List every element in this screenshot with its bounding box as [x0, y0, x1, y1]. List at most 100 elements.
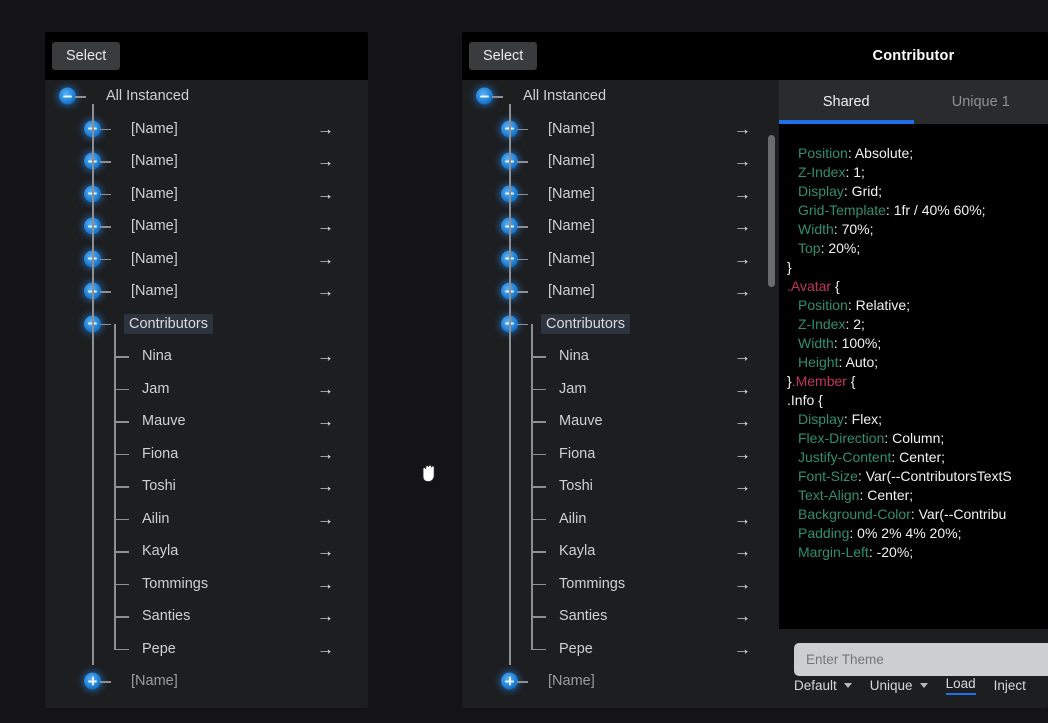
tab-shared[interactable]: Shared	[779, 80, 914, 124]
default-dropdown[interactable]: Default	[794, 678, 852, 693]
left-tree-scroll[interactable]: All Instanced [Name] → [Name] → [Name] → [Name]…	[45, 80, 368, 708]
theme-input[interactable]	[794, 643, 1048, 676]
goto-arrow-icon[interactable]: →	[317, 543, 334, 560]
tree-member-label[interactable]: Mauve	[137, 411, 191, 431]
goto-arrow-icon[interactable]: →	[317, 250, 334, 267]
goto-arrow-icon[interactable]: →	[317, 640, 334, 657]
tree-member-label[interactable]: Jam	[554, 379, 591, 399]
tree-member-label[interactable]: Fiona	[137, 444, 183, 464]
tree-member-label[interactable]: Ailin	[137, 509, 174, 529]
tree-item-label[interactable]: [Name]	[543, 151, 600, 171]
goto-arrow-icon[interactable]: →	[734, 640, 751, 657]
goto-arrow-icon[interactable]: →	[317, 283, 334, 300]
tree-root-label[interactable]: All Instanced	[518, 86, 611, 106]
expand-node-icon[interactable]	[84, 672, 101, 690]
tree-member-label[interactable]: Tommings	[137, 574, 213, 594]
tree-item-trailing[interactable]: [Name]	[462, 665, 779, 698]
tree-item-label[interactable]: [Name]	[126, 151, 183, 171]
tree-item-label[interactable]: [Name]	[126, 281, 183, 301]
tree-item-label[interactable]: [Name]	[543, 281, 600, 301]
goto-arrow-icon[interactable]: →	[734, 543, 751, 560]
tree-item-label[interactable]: [Name]	[126, 119, 183, 139]
goto-arrow-icon[interactable]: →	[317, 153, 334, 170]
goto-arrow-icon[interactable]: →	[317, 120, 334, 137]
tree-root-label[interactable]: All Instanced	[101, 86, 194, 106]
goto-arrow-icon[interactable]: →	[734, 185, 751, 202]
tree-member-label[interactable]: Ailin	[554, 509, 591, 529]
tree-item-label[interactable]: [Name]	[543, 216, 600, 236]
goto-arrow-icon[interactable]: →	[317, 348, 334, 365]
inspector-panel: Shared Unique 1 Position: Absolute; Z-Inde…	[779, 80, 1048, 708]
goto-arrow-icon[interactable]: →	[317, 413, 334, 430]
css-code-view[interactable]: Position: Absolute; Z-Index: 1; Display: G…	[779, 124, 1048, 629]
tree-member-label[interactable]: Toshi	[137, 476, 181, 496]
tree-member-label[interactable]: Kayla	[137, 541, 183, 561]
tree-member-label[interactable]: Kayla	[554, 541, 600, 561]
tree-connector	[531, 518, 546, 521]
goto-arrow-icon[interactable]: →	[317, 185, 334, 202]
inspector-bottom-bar: Default Unique Load Inject	[779, 629, 1048, 708]
css-property: Font-Size	[798, 468, 858, 484]
tree-member-label[interactable]: Santies	[137, 606, 195, 626]
chevron-down-icon	[843, 683, 852, 688]
tree-group-label[interactable]: Contributors	[124, 313, 213, 334]
tree-item-label[interactable]: [Name]	[543, 119, 600, 139]
goto-arrow-icon[interactable]: →	[734, 380, 751, 397]
tree-item-label[interactable]: [Name]	[126, 216, 183, 236]
tree-trunk-members	[531, 324, 533, 650]
unique-dropdown[interactable]: Unique	[870, 678, 928, 693]
tree-member-label[interactable]: Jam	[137, 379, 174, 399]
collapse-node-icon[interactable]	[476, 87, 493, 105]
goto-arrow-icon[interactable]: →	[317, 608, 334, 625]
goto-arrow-icon[interactable]: →	[734, 348, 751, 365]
goto-arrow-icon[interactable]: →	[734, 153, 751, 170]
tree-connector	[100, 161, 111, 163]
tree-member-label[interactable]: Pepe	[137, 639, 181, 659]
right-tree-scroll[interactable]: All Instanced [Name] → [Name] → [Name] → [Name]…	[462, 80, 779, 708]
select-button[interactable]: Select	[52, 41, 121, 71]
goto-arrow-icon[interactable]: →	[734, 510, 751, 527]
collapse-node-icon[interactable]	[59, 87, 76, 105]
tree-item-label[interactable]: [Name]	[126, 184, 183, 204]
css-line: Display: Flex;	[787, 410, 1048, 429]
goto-arrow-icon[interactable]: →	[734, 120, 751, 137]
goto-arrow-icon[interactable]: →	[317, 510, 334, 527]
goto-arrow-icon[interactable]: →	[734, 250, 751, 267]
goto-arrow-icon[interactable]: →	[317, 380, 334, 397]
right-scrollbar-thumb[interactable]	[768, 135, 775, 287]
tree-connector	[114, 453, 129, 456]
goto-arrow-icon[interactable]: →	[734, 283, 751, 300]
tree-member-label[interactable]: Pepe	[554, 639, 598, 659]
tree-member-label[interactable]: Nina	[137, 346, 177, 366]
goto-arrow-icon[interactable]: →	[734, 478, 751, 495]
tree-member-label[interactable]: Santies	[554, 606, 612, 626]
tree-member-label[interactable]: Toshi	[554, 476, 598, 496]
tab-unique-1[interactable]: Unique 1	[914, 80, 1048, 124]
goto-arrow-icon[interactable]: →	[734, 608, 751, 625]
css-line: Display: Grid;	[787, 182, 1048, 201]
goto-arrow-icon[interactable]: →	[317, 575, 334, 592]
goto-arrow-icon[interactable]: →	[734, 413, 751, 430]
tree-item-label[interactable]: [Name]	[543, 184, 600, 204]
inject-button[interactable]: Inject	[994, 678, 1026, 693]
tree-item-label[interactable]: [Name]	[126, 249, 183, 269]
css-line: Font-Size: Var(--ContributorsTextS	[787, 467, 1048, 486]
load-button[interactable]: Load	[945, 676, 976, 695]
select-button-right[interactable]: Select	[469, 41, 538, 71]
goto-arrow-icon[interactable]: →	[317, 445, 334, 462]
tree-item-label[interactable]: [Name]	[543, 249, 600, 269]
goto-arrow-icon[interactable]: →	[317, 218, 334, 235]
tree-item-label[interactable]: [Name]	[543, 671, 600, 691]
expand-node-icon[interactable]	[501, 672, 518, 690]
tree-member-label[interactable]: Mauve	[554, 411, 608, 431]
tree-group-label[interactable]: Contributors	[541, 313, 630, 334]
goto-arrow-icon[interactable]: →	[734, 445, 751, 462]
tree-member-label[interactable]: Fiona	[554, 444, 600, 464]
tree-member-label[interactable]: Tommings	[554, 574, 630, 594]
tree-item-label[interactable]: [Name]	[126, 671, 183, 691]
goto-arrow-icon[interactable]: →	[734, 575, 751, 592]
tree-item-trailing[interactable]: [Name]	[45, 665, 368, 698]
goto-arrow-icon[interactable]: →	[734, 218, 751, 235]
tree-member-label[interactable]: Nina	[554, 346, 594, 366]
goto-arrow-icon[interactable]: →	[317, 478, 334, 495]
